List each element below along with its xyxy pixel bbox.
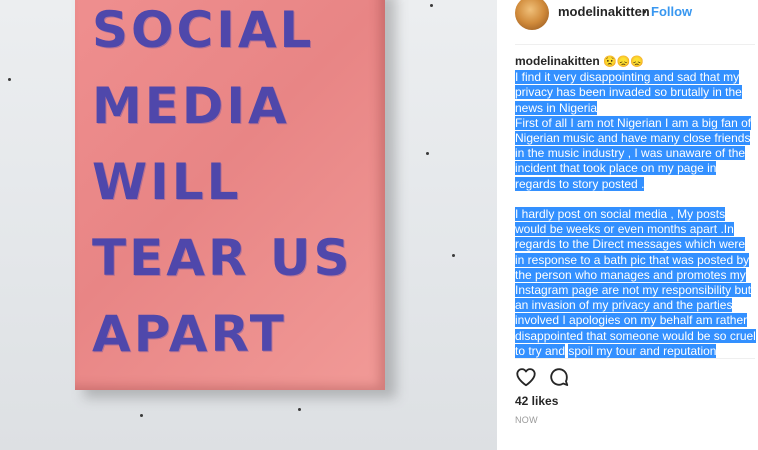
header-username[interactable]: modelinakitten [558, 4, 650, 19]
caption-divider [515, 358, 755, 359]
sign-line: MEDIA [92, 77, 290, 135]
post-caption: modelinakitten 😟😞😞 I find it very disapp… [515, 54, 757, 358]
comment-bubble-icon[interactable] [548, 366, 570, 388]
sign-line: APART [92, 305, 287, 363]
follow-button[interactable]: Follow [651, 4, 692, 19]
caption-text: I hardly post on social media , My posts… [515, 207, 756, 358]
caption-paragraph: I hardly post on social media , My posts… [515, 207, 757, 358]
post-details-panel: modelinakitten • Follow modelinakitten 😟… [497, 0, 758, 450]
wall-mark [298, 408, 301, 411]
sign-line: WILL [92, 153, 242, 211]
sign-line: SOCIAL [92, 1, 315, 59]
caption-emojis: 😟😞😞 [603, 56, 645, 68]
avatar[interactable] [515, 0, 549, 30]
header-divider [515, 44, 755, 45]
caption-text-tail: spoil my tour and reputation [568, 343, 717, 358]
wall-mark [430, 4, 433, 7]
caption-spacer [515, 192, 757, 207]
sign-text: SOCIAL MEDIA WILL TEAR US APART [92, 0, 382, 372]
wall-mark [8, 78, 11, 81]
heart-icon[interactable] [515, 366, 537, 388]
post-header: modelinakitten • Follow [497, 0, 758, 44]
likes-count[interactable]: 42 likes [515, 394, 558, 408]
separator-dot: • [642, 4, 647, 19]
post-timestamp: NOW [515, 415, 538, 425]
wall-mark [140, 414, 143, 417]
caption-username[interactable]: modelinakitten [515, 54, 600, 68]
caption-first-paragraph: modelinakitten 😟😞😞 I find it very disapp… [515, 54, 757, 116]
post-photo[interactable]: SOCIAL MEDIA WILL TEAR US APART [0, 0, 497, 450]
caption-paragraph: First of all I am not Nigerian I am a bi… [515, 115, 757, 192]
caption-text: I find it very disappointing and sad tha… [515, 70, 742, 115]
wall-mark [452, 254, 455, 257]
wall-mark [426, 152, 429, 155]
caption-text: First of all I am not Nigerian I am a bi… [515, 115, 752, 191]
sign-line: TEAR US [92, 229, 353, 287]
